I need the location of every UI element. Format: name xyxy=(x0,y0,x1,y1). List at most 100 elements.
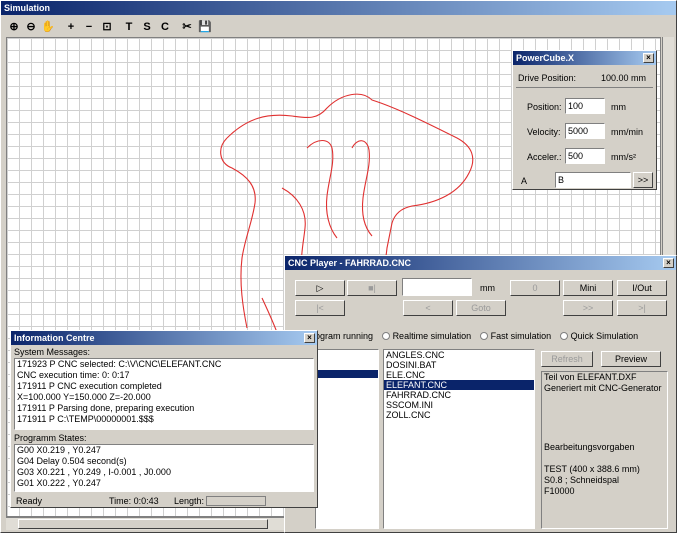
last-button[interactable]: >| xyxy=(617,300,667,316)
t-icon[interactable]: T xyxy=(121,19,137,35)
powercube-divider xyxy=(516,87,653,88)
radio-quick[interactable] xyxy=(559,332,568,340)
file-info-box: Teil von ELEFANT.DXF Generiert mit CNC-G… xyxy=(541,371,668,529)
cnc-titlebar: CNC Player - FAHRRAD.CNC × xyxy=(285,256,676,270)
file-item[interactable]: SSCOM.INI xyxy=(384,400,534,410)
mm-label: mm xyxy=(480,283,495,293)
mode-row: ogram running Realtime simulation Fast s… xyxy=(315,331,638,341)
position-label: Position: xyxy=(527,102,562,112)
cut-icon[interactable]: ✂ xyxy=(179,19,195,35)
minus-icon[interactable]: − xyxy=(81,19,97,35)
radio-realtime[interactable] xyxy=(381,332,390,340)
plus-icon[interactable]: + xyxy=(63,19,79,35)
mini-button[interactable]: Mini xyxy=(563,280,613,296)
acceleration-unit: mm/s² xyxy=(611,152,636,162)
io-button[interactable]: I/Out xyxy=(617,280,667,296)
file-item[interactable]: ZOLL.CNC xyxy=(384,410,534,420)
status-length: Length: xyxy=(174,496,205,506)
programm-states-label: Programm States: xyxy=(14,433,87,443)
length-value-box xyxy=(206,496,266,506)
simulation-titlebar: Simulation xyxy=(1,1,676,15)
system-messages-list[interactable]: 171923 P CNC selected: C:\V\CNC\ELEFANT.… xyxy=(14,358,314,430)
file-item[interactable]: ELE.CNC xyxy=(384,370,534,380)
file-item[interactable]: DOSINI.BAT xyxy=(384,360,534,370)
message-item: 171911 P Parsing done, preparing executi… xyxy=(17,403,195,413)
preview-button[interactable]: Preview xyxy=(601,351,661,367)
state-item: G00 X0.219 , Y0.247 xyxy=(17,445,101,455)
velocity-unit: mm/min xyxy=(611,127,643,137)
file-list[interactable]: ANGLES.CNC DOSINI.BAT ELE.CNC ELEFANT.CNC FA… xyxy=(383,349,535,529)
first-button[interactable]: |< xyxy=(295,300,345,316)
position-unit: mm xyxy=(611,102,626,112)
file-item[interactable]: ANGLES.CNC xyxy=(384,350,534,360)
mode-program-running[interactable]: ogram running xyxy=(315,331,373,341)
powercube-window: PowerCube.X × Drive Position: 100.00 mm P… xyxy=(512,50,657,190)
fit-icon[interactable]: ⊡ xyxy=(99,19,115,35)
status-time: Time: 0:0:43 xyxy=(109,496,159,506)
ic-title: Information Centre xyxy=(14,333,95,343)
zero-button[interactable]: 0 xyxy=(510,280,560,296)
velocity-field[interactable]: 5000 xyxy=(565,123,605,139)
status-text: Ready xyxy=(16,496,43,506)
powercube-close-icon[interactable]: × xyxy=(643,53,654,63)
file-info-line: TEST (400 x 388.6 mm) xyxy=(544,464,640,474)
state-item: G04 Delay 0.504 second(s) xyxy=(17,456,127,466)
cnc-title: CNC Player - FAHRRAD.CNC xyxy=(288,258,412,268)
s-icon[interactable]: S xyxy=(139,19,155,35)
state-item: G03 X0.221 , Y0.249 , I-0.001 , J0.000 xyxy=(17,467,171,477)
message-item: CNC execution time: 0: 0:17 xyxy=(17,370,130,380)
next-button[interactable]: >> xyxy=(563,300,613,316)
zoom-out-icon[interactable]: ⊖ xyxy=(23,19,39,35)
file-info-line: F10000 xyxy=(544,486,575,496)
acceleration-label: Acceler.: xyxy=(527,152,562,162)
acceleration-field[interactable]: 500 xyxy=(565,148,605,164)
scrollbar-thumb[interactable] xyxy=(18,519,268,529)
system-messages-label: System Messages: xyxy=(14,347,91,357)
drive-position-value: 100.00 mm xyxy=(601,73,647,83)
message-item: X=100.000 Y=150.000 Z=-20.000 xyxy=(17,392,151,402)
file-info-line: Bearbeitungsvorgaben xyxy=(544,442,635,452)
programm-states-list[interactable]: G00 X0.219 , Y0.247 G04 Delay 0.504 secon… xyxy=(14,444,314,492)
message-item: 171911 P CNC execution completed xyxy=(17,381,162,391)
drive-position-label: Drive Position: xyxy=(518,73,577,83)
cnc-close-icon[interactable]: × xyxy=(663,258,674,268)
zoom-in-icon[interactable]: ⊕ xyxy=(6,19,22,35)
file-info-line: S0.8 ; Schneidspal xyxy=(544,475,620,485)
simulation-title: Simulation xyxy=(4,3,51,13)
cnc-player-window: CNC Player - FAHRRAD.CNC × ▷ ■| mm 0 Mini… xyxy=(284,255,677,533)
file-item[interactable]: FAHRRAD.CNC xyxy=(384,390,534,400)
file-item[interactable]: ELEFANT.CNC xyxy=(384,380,534,390)
stop-button[interactable]: ■| xyxy=(347,280,397,296)
position-field[interactable]: 100 xyxy=(565,98,605,114)
velocity-label: Velocity: xyxy=(527,127,561,137)
radio-fast[interactable] xyxy=(479,332,488,340)
play-button[interactable]: ▷ xyxy=(295,280,345,296)
directory-selected[interactable] xyxy=(316,370,378,378)
mode-quick[interactable]: Quick Simulation xyxy=(571,331,639,341)
prev-button[interactable]: < xyxy=(403,300,453,316)
axis-b-field[interactable]: B xyxy=(555,172,631,188)
save-icon[interactable]: 💾 xyxy=(197,19,213,35)
mode-fast[interactable]: Fast simulation xyxy=(491,331,552,341)
position-display[interactable] xyxy=(402,278,472,296)
file-info-line: Teil von ELEFANT.DXF xyxy=(544,372,637,382)
ic-close-icon[interactable]: × xyxy=(304,333,315,343)
axis-a-label: A xyxy=(521,176,528,186)
directory-list[interactable] xyxy=(315,349,379,529)
file-info-line: Generiert mit CNC-Generator xyxy=(544,383,662,393)
more-button[interactable]: >> xyxy=(633,172,653,188)
file-info-gap xyxy=(542,394,667,442)
message-item: 171923 P CNC selected: C:\V\CNC\ELEFANT.… xyxy=(17,359,222,369)
state-item: G01 X0.222 , Y0.247 xyxy=(17,478,101,488)
status-bar: Ready Time: 0:0:43 Length: xyxy=(14,495,314,507)
refresh-button[interactable]: Refresh xyxy=(541,351,593,367)
c-icon[interactable]: C xyxy=(157,19,173,35)
message-item: 171911 P C:\TEMP\00000001.$$$ xyxy=(17,414,154,424)
hand-icon[interactable]: ✋ xyxy=(40,19,56,35)
powercube-title: PowerCube.X xyxy=(516,53,575,63)
information-centre-window: Information Centre × System Messages: 171… xyxy=(10,330,318,508)
goto-button[interactable]: Goto xyxy=(456,300,506,316)
ic-titlebar: Information Centre × xyxy=(11,331,317,345)
mode-realtime[interactable]: Realtime simulation xyxy=(393,331,472,341)
file-info-line xyxy=(542,453,667,464)
